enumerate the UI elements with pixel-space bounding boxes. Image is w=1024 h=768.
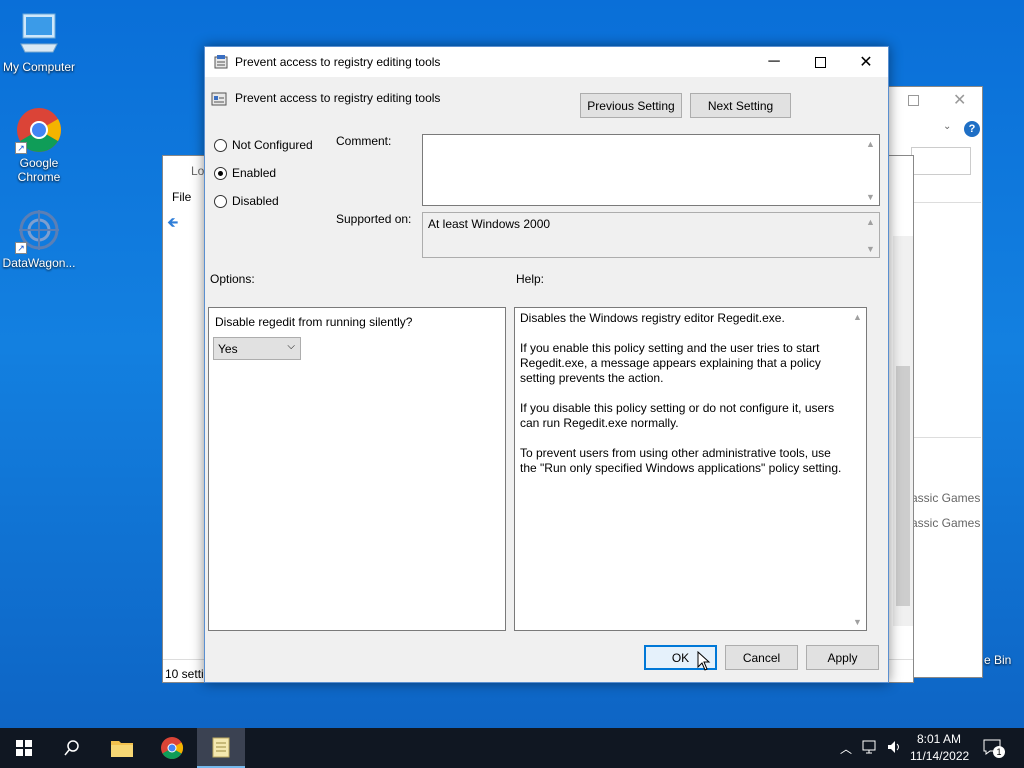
setting-title: Prevent access to registry editing tools bbox=[235, 91, 441, 105]
status-bar-text: 10 setti bbox=[165, 667, 204, 681]
options-label: Options: bbox=[210, 272, 255, 286]
apply-button[interactable]: Apply bbox=[806, 645, 879, 670]
radio-label: Enabled bbox=[232, 166, 277, 180]
chevron-down-icon: ⌵ bbox=[287, 341, 295, 352]
desktop-icon-label: DataWagon... bbox=[2, 256, 76, 270]
maximize-icon bbox=[908, 95, 919, 106]
maximize-icon bbox=[814, 56, 826, 68]
option-select[interactable]: Yes ⌵ bbox=[213, 337, 301, 360]
dialog-title: Prevent access to registry editing tools bbox=[235, 55, 441, 69]
minimize-icon: ─ bbox=[768, 53, 780, 70]
datawagon-icon: ↗ bbox=[15, 206, 63, 254]
comment-scrollbar[interactable]: ▲ ▼ bbox=[862, 135, 879, 205]
search-button[interactable] bbox=[48, 728, 96, 768]
supported-on-field: At least Windows 2000 ▲ ▼ bbox=[422, 212, 880, 258]
supported-on-value: At least Windows 2000 bbox=[428, 217, 551, 231]
notepad-icon bbox=[212, 737, 230, 758]
games-item-1: assic Games bbox=[911, 491, 981, 505]
options-panel: Disable regedit from running silently? Y… bbox=[208, 307, 506, 631]
notification-count: 1 bbox=[993, 746, 1005, 758]
help-label: Help: bbox=[516, 272, 545, 286]
volume-icon[interactable] bbox=[886, 739, 902, 758]
help-panel: Disables the Windows registry editor Reg… bbox=[514, 307, 867, 631]
radio-label: Not Configured bbox=[232, 138, 313, 152]
radio-circle bbox=[214, 194, 227, 208]
cancel-button[interactable]: Cancel bbox=[725, 645, 798, 670]
network-icon[interactable] bbox=[862, 739, 880, 758]
scroll-up-icon[interactable]: ▲ bbox=[862, 135, 879, 152]
radio-enabled[interactable]: Enabled bbox=[214, 166, 276, 180]
radio-circle bbox=[214, 138, 227, 152]
radio-circle-selected bbox=[214, 166, 227, 180]
mouse-cursor-icon bbox=[697, 650, 711, 674]
help-text: Disables the Windows registry editor Reg… bbox=[520, 311, 842, 475]
comment-textarea[interactable]: ▲ ▼ bbox=[422, 134, 880, 206]
scroll-down-icon[interactable]: ▼ bbox=[862, 240, 879, 257]
start-button[interactable] bbox=[0, 728, 48, 768]
divider bbox=[911, 202, 981, 203]
next-setting-button[interactable]: Next Setting bbox=[690, 93, 791, 118]
previous-setting-button[interactable]: Previous Setting bbox=[580, 93, 682, 118]
windows-icon bbox=[16, 740, 32, 756]
radio-not-configured[interactable]: Not Configured bbox=[214, 138, 313, 152]
menu-file[interactable]: File bbox=[172, 190, 191, 204]
supported-scrollbar[interactable]: ▲ ▼ bbox=[862, 213, 879, 257]
policy-dialog[interactable]: Prevent access to registry editing tools… bbox=[204, 46, 889, 683]
taskbar-policy-editor-active[interactable] bbox=[197, 728, 245, 768]
window-title-fragment: Lo bbox=[191, 164, 205, 178]
clock-date[interactable]: 11/14/2022 bbox=[910, 749, 969, 763]
computer-icon bbox=[15, 10, 63, 58]
back-arrow-icon[interactable]: 🡸 bbox=[167, 212, 178, 236]
minimize-button[interactable]: ─ bbox=[751, 47, 797, 77]
dialog-titlebar[interactable]: Prevent access to registry editing tools… bbox=[205, 47, 888, 77]
scroll-thumb[interactable] bbox=[896, 366, 910, 606]
option-select-value: Yes bbox=[218, 342, 238, 356]
desktop-icon-google-chrome[interactable]: ↗ Google Chrome bbox=[1, 106, 77, 184]
desktop-icon-my-computer[interactable]: My Computer bbox=[1, 10, 77, 74]
option-question: Disable regedit from running silently? bbox=[215, 315, 413, 329]
radio-label: Disabled bbox=[232, 194, 279, 208]
recycle-bin-label: e Bin bbox=[984, 653, 1012, 667]
folder-icon bbox=[111, 741, 133, 757]
clock-time[interactable]: 8:01 AM bbox=[917, 732, 961, 746]
taskbar-chrome[interactable] bbox=[148, 728, 196, 768]
chevron-down-icon: ⌄ bbox=[943, 121, 952, 132]
search-box[interactable] bbox=[911, 147, 971, 175]
scroll-down-icon[interactable]: ▼ bbox=[849, 613, 866, 630]
shortcut-arrow-icon: ↗ bbox=[15, 142, 27, 154]
desktop-icon-datawagon[interactable]: ↗ DataWagon... bbox=[1, 206, 77, 270]
close-button[interactable]: ✕ bbox=[843, 47, 889, 77]
scroll-down-icon[interactable]: ▼ bbox=[862, 188, 879, 205]
taskbar-file-explorer[interactable] bbox=[98, 728, 146, 768]
scroll-up-icon[interactable]: ▲ bbox=[849, 308, 866, 325]
policy-icon bbox=[213, 54, 229, 70]
close-icon: ✕ bbox=[859, 54, 873, 71]
chevron-up-icon[interactable]: ︿ bbox=[840, 740, 852, 757]
games-item-2: assic Games bbox=[911, 516, 981, 530]
help-scrollbar[interactable]: ▲ ▼ bbox=[849, 308, 866, 630]
desktop-icon-label: My Computer bbox=[2, 60, 76, 74]
notification-button[interactable]: 1 bbox=[983, 738, 1005, 759]
search-icon bbox=[64, 740, 79, 756]
chrome-icon bbox=[161, 737, 183, 759]
setting-icon bbox=[211, 91, 227, 107]
comment-label: Comment: bbox=[336, 134, 392, 148]
maximize-button[interactable] bbox=[797, 47, 843, 77]
divider bbox=[911, 437, 981, 438]
desktop-icon-label: Google Chrome bbox=[17, 156, 61, 184]
taskbar: ︿ 8:01 AM 11/14/2022 1 bbox=[0, 728, 1024, 768]
scroll-up-icon[interactable]: ▲ bbox=[862, 213, 879, 230]
shortcut-arrow-icon: ↗ bbox=[15, 242, 27, 254]
supported-on-label: Supported on: bbox=[336, 212, 412, 226]
help-icon[interactable]: ? bbox=[964, 121, 980, 137]
close-icon: ✕ bbox=[953, 92, 967, 109]
radio-disabled[interactable]: Disabled bbox=[214, 194, 279, 208]
chrome-icon: ↗ bbox=[15, 106, 63, 154]
